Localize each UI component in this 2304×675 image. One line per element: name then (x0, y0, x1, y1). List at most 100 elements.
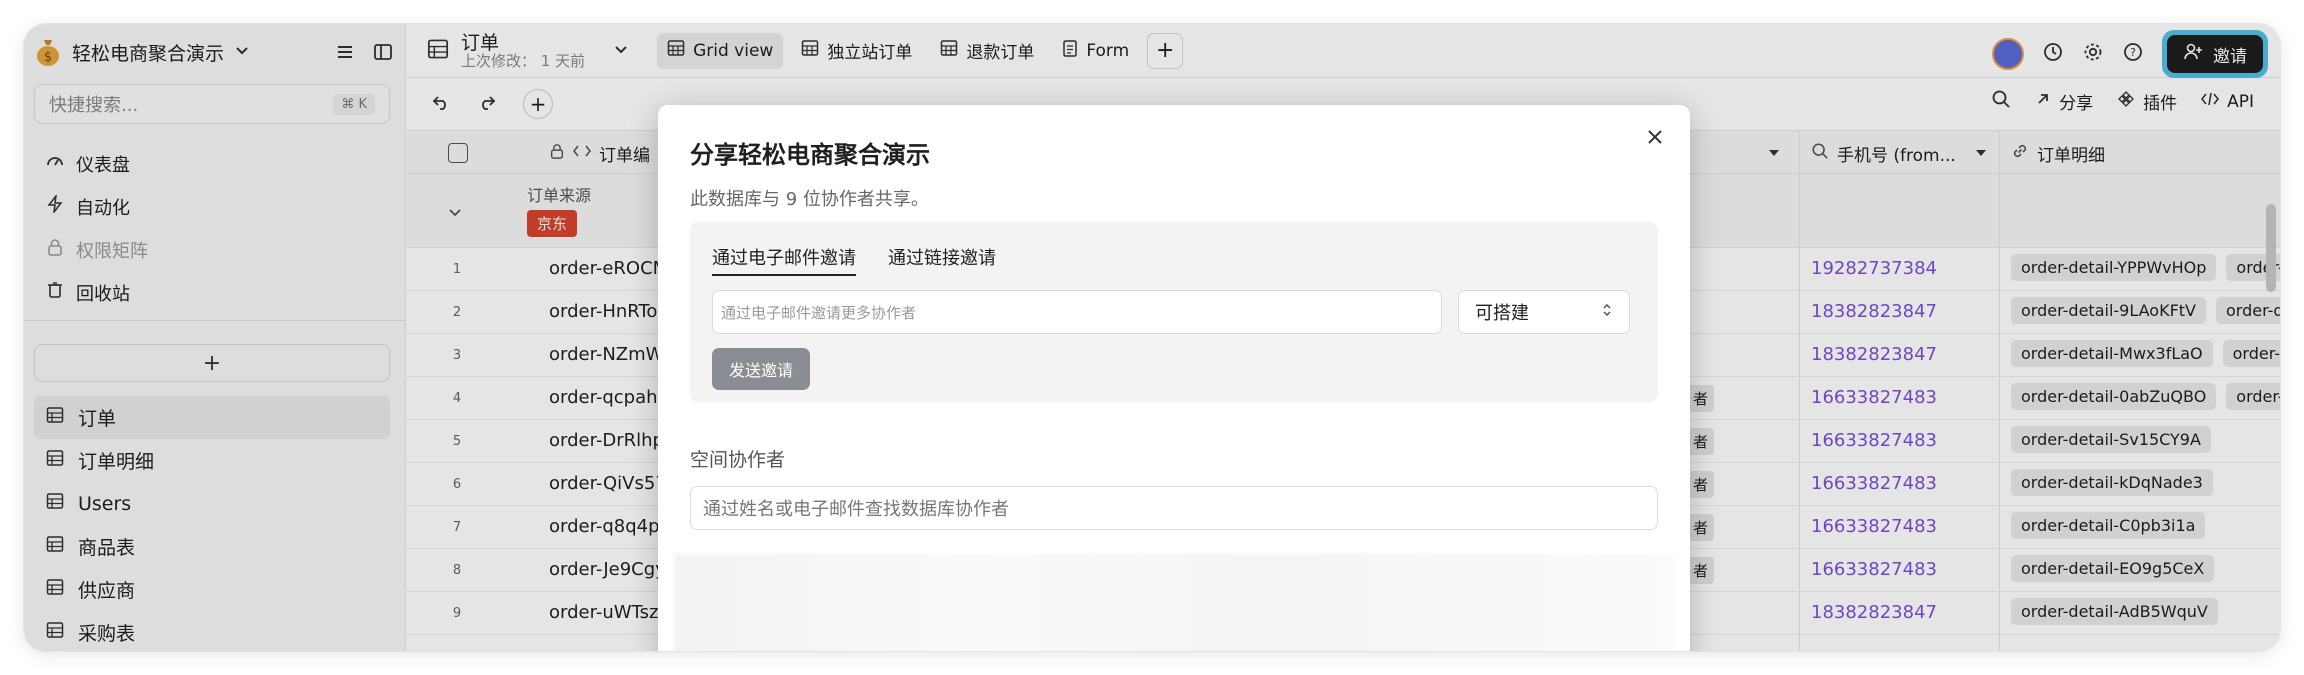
view-tab-standalone-orders[interactable]: 独立站订单 (791, 33, 922, 69)
sidebar-table-purchases[interactable]: 采购表 (34, 611, 390, 651)
sidebar-table-suppliers[interactable]: 供应商 (34, 568, 390, 611)
sidebar-table-users[interactable]: Users (34, 482, 390, 525)
tab-invite-by-link[interactable]: 通过链接邀请 (888, 244, 996, 276)
tab-invite-by-email[interactable]: 通过电子邮件邀请 (712, 244, 856, 276)
order-id-cell[interactable]: order-qcpahc (549, 387, 667, 408)
collaborator-search-input[interactable]: 通过姓名或电子邮件查找数据库协作者 (690, 486, 1658, 530)
table-icon (46, 406, 64, 429)
phone-cell[interactable]: 16633827483 (1811, 559, 1937, 580)
order-detail-cell[interactable]: order-detail-0abZuQBO order-de (2011, 383, 2280, 410)
role-select[interactable]: 可搭建 (1458, 290, 1630, 334)
order-id-cell[interactable]: order-HnRTo (549, 301, 657, 322)
quick-search-placeholder: 快捷搜索... (49, 95, 139, 116)
sidebar-divider (24, 320, 406, 321)
help-icon[interactable]: ? (2122, 41, 2144, 67)
order-detail-chip[interactable]: order-de (2226, 383, 2280, 410)
phone-cell[interactable]: 19282737384 (1811, 258, 1937, 279)
order-id-cell[interactable]: order-uWTsz (549, 602, 658, 623)
order-detail-chip[interactable]: order-detail-AdB5WquV (2011, 598, 2218, 625)
order-id-cell[interactable]: order-DrRlhp (549, 430, 664, 451)
order-detail-chip[interactable]: order-det (2215, 297, 2280, 324)
trash-icon (46, 281, 64, 304)
sidebar-item-automation[interactable]: 自动化 (34, 185, 390, 228)
chevron-down-icon[interactable] (447, 204, 463, 224)
avatar[interactable] (1992, 38, 2024, 70)
order-detail-chip[interactable]: order-detail-Sv15CY9A (2011, 426, 2211, 453)
grid-icon (667, 39, 685, 62)
base-switcher[interactable]: $ 轻松电商聚合演示 (34, 32, 250, 72)
search-icon[interactable] (1991, 89, 2011, 114)
sidebar-table-label: 订单 (78, 408, 117, 430)
table-icon (46, 449, 64, 472)
sidebar-table-products[interactable]: 商品表 (34, 525, 390, 568)
email-invite-input[interactable]: 通过电子邮件邀请更多协作者 (712, 290, 1442, 334)
order-detail-chip[interactable]: order-detail-Mwx3fLaO (2011, 340, 2213, 367)
phone-cell[interactable]: 16633827483 (1811, 430, 1937, 451)
truncated-tag: 者 (1687, 514, 1715, 541)
history-icon[interactable] (2042, 41, 2064, 67)
menu-icon[interactable] (335, 42, 355, 66)
phone-cell[interactable]: 16633827483 (1811, 387, 1937, 408)
invite-button[interactable]: 邀请 (2167, 35, 2263, 73)
lock-icon (549, 143, 565, 164)
sidebar-table-order-details[interactable]: 订单明细 (34, 439, 390, 482)
phone-cell[interactable]: 16633827483 (1811, 473, 1937, 494)
phone-cell[interactable]: 18382823847 (1811, 344, 1937, 365)
order-detail-chip[interactable]: order-detail-C0pb3i1a (2011, 512, 2206, 539)
sidebar-item-dashboard[interactable]: 仪表盘 (34, 142, 390, 185)
order-detail-cell[interactable]: order-detail-9LAoKFtV order-det (2011, 297, 2280, 324)
phone-cell[interactable]: 16633827483 (1811, 516, 1937, 537)
vertical-scrollbar[interactable] (2266, 204, 2276, 292)
column-header-order-detail[interactable]: 订单明细 (2011, 131, 2105, 175)
table-name: 订单 (461, 31, 500, 54)
order-detail-cell[interactable]: order-detail-kDqNade3 (2011, 469, 2213, 496)
sidebar-table-orders[interactable]: 订单 (34, 396, 390, 439)
order-detail-cell[interactable]: order-detail-Sv15CY9A (2011, 426, 2211, 453)
order-id-cell[interactable]: order-Je9Cgy (549, 559, 666, 580)
undo-icon[interactable] (431, 92, 451, 116)
order-id-cell[interactable]: order-q8q4p (549, 516, 660, 537)
order-id-cell[interactable]: order-NZmW (549, 344, 663, 365)
sidebar-item-label: 权限矩阵 (76, 240, 148, 262)
order-id-cell[interactable]: order-QiVs57 (549, 473, 667, 494)
order-detail-chip[interactable]: order-detail-0abZuQBO (2011, 383, 2217, 410)
redo-icon[interactable] (477, 92, 497, 116)
phone-cell[interactable]: 18382823847 (1811, 602, 1937, 623)
order-detail-cell[interactable]: order-detail-YPPWvHOporder-de (2011, 254, 2280, 281)
order-detail-chip[interactable]: order-detail-EO9g5CeX (2011, 555, 2215, 582)
view-tab-grid[interactable]: Grid view (657, 32, 784, 69)
share-button[interactable]: 分享 (2035, 89, 2093, 114)
column-header-order-no[interactable]: 订单编 (549, 131, 650, 175)
chevron-down-icon[interactable] (613, 41, 629, 61)
order-detail-chip[interactable]: order-detail-9LAoKFtV (2011, 297, 2206, 324)
row-number: 5 (452, 434, 462, 449)
add-view-button[interactable]: + (1147, 32, 1184, 69)
order-detail-cell[interactable]: order-detail-EO9g5CeX (2011, 555, 2215, 582)
add-record-button[interactable]: + (523, 89, 553, 119)
view-tab-form[interactable]: Form (1052, 33, 1139, 69)
order-detail-cell[interactable]: order-detail-C0pb3i1a (2011, 512, 2206, 539)
column-header-menu[interactable] (1767, 131, 1781, 175)
api-button[interactable]: API (2201, 91, 2254, 112)
table-title[interactable]: 订单 上次修改： 1 天前 (407, 33, 629, 69)
order-detail-chip[interactable]: order-detail-YPPWvHOp (2011, 254, 2217, 281)
gear-icon[interactable] (2082, 41, 2104, 67)
column-header-phone[interactable]: 手机号 (from... (1811, 131, 1988, 175)
order-id-cell[interactable]: order-eROCM (549, 258, 668, 279)
select-all-checkbox[interactable] (448, 143, 468, 163)
sidebar-item-permissions[interactable]: 权限矩阵 (34, 228, 390, 271)
quick-search-input[interactable]: 快捷搜索... ⌘ K (34, 84, 390, 124)
close-icon[interactable] (1646, 127, 1664, 152)
plugin-button[interactable]: 插件 (2117, 89, 2177, 114)
add-table-button[interactable]: + (34, 344, 390, 382)
send-invite-button[interactable]: 发送邀请 (712, 348, 810, 390)
sidebar-item-trash[interactable]: 回收站 (34, 271, 390, 314)
view-tab-label: 独立站订单 (827, 43, 913, 63)
order-detail-chip[interactable]: order-de (2222, 340, 2280, 367)
phone-cell[interactable]: 18382823847 (1811, 301, 1937, 322)
sidebar-toggle-icon[interactable] (373, 42, 393, 66)
order-detail-cell[interactable]: order-detail-AdB5WquV (2011, 598, 2218, 625)
view-tab-refund-orders[interactable]: 退款订单 (930, 33, 1044, 69)
order-detail-chip[interactable]: order-detail-kDqNade3 (2011, 469, 2213, 496)
order-detail-cell[interactable]: order-detail-Mwx3fLaO order-de (2011, 340, 2280, 367)
